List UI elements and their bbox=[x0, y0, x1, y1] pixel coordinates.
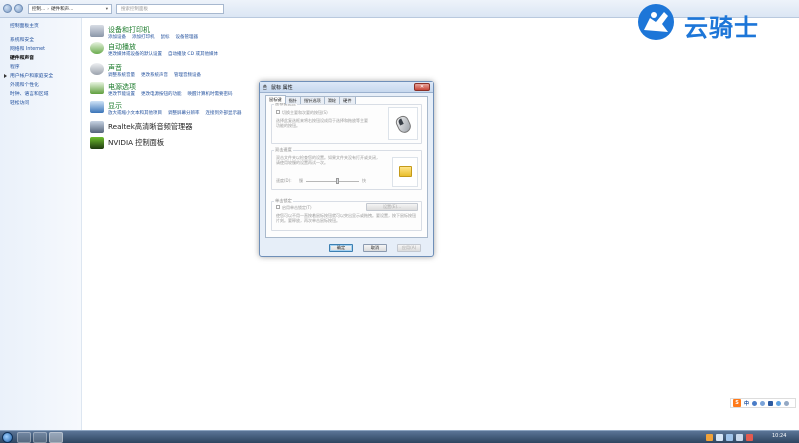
slow-label: 慢 bbox=[299, 178, 303, 183]
taskbar-explorer-icon[interactable] bbox=[33, 432, 47, 443]
clicklock-checkbox[interactable] bbox=[276, 205, 280, 209]
category-link[interactable]: 添加设备 bbox=[108, 34, 126, 40]
tray-network-icon[interactable] bbox=[726, 434, 733, 441]
description-text: 双击文件夹以检查您的设置。如果文件夹没有打开或关闭，请使用较慢的设置再试一次。 bbox=[276, 155, 380, 166]
ime-mode[interactable]: 中 bbox=[744, 400, 749, 407]
checkbox-label: 启用单击锁定(T) bbox=[282, 205, 312, 210]
tab-strip: 鼠标键 指针 指针选项 滑轮 硬件 bbox=[265, 95, 356, 104]
sidebar-item-clock-region[interactable]: 时钟、语言和区域 bbox=[10, 90, 48, 97]
sidebar-item-home[interactable]: 控制面板主页 bbox=[10, 22, 39, 29]
mouse-properties-dialog: 🖱 鼠标 属性 ✕ 鼠标键配置 切换主要和次要的按钮(S) 选择此复选框来将右按… bbox=[259, 81, 434, 257]
ok-button[interactable]: 确定 bbox=[329, 244, 353, 252]
breadcrumb-separator: › bbox=[47, 6, 50, 12]
ime-toolbar: S 中 bbox=[730, 398, 796, 408]
sidebar-item-network[interactable]: 网络和 Internet bbox=[10, 45, 45, 52]
fast-label: 快 bbox=[362, 178, 366, 183]
tray-security-icon[interactable] bbox=[746, 434, 753, 441]
taskbar: 10:24 bbox=[0, 430, 799, 443]
breadcrumb-item[interactable]: 硬件和声... bbox=[51, 6, 73, 12]
group-label: 单击锁定 bbox=[274, 198, 293, 204]
category-link[interactable]: 唤醒计算机时需要密码 bbox=[188, 91, 233, 97]
category-link[interactable]: 更改节能设置 bbox=[108, 91, 135, 97]
skin-icon[interactable] bbox=[784, 400, 790, 406]
speed-slider-track[interactable] bbox=[306, 181, 359, 182]
category-link[interactable]: 连接到外部显示器 bbox=[206, 110, 242, 116]
clock[interactable]: 10:24 bbox=[772, 433, 786, 439]
category-link[interactable]: 添加打印机 bbox=[132, 34, 155, 40]
mouse-preview bbox=[388, 107, 418, 140]
sidebar-item-programs[interactable]: 程序 bbox=[10, 63, 20, 70]
category-link[interactable]: 鼠标 bbox=[161, 34, 170, 40]
sidebar: 控制面板主页 系统和安全 网络和 Internet 硬件和声音 程序 用户帐户和… bbox=[0, 18, 82, 430]
close-button[interactable]: ✕ bbox=[414, 83, 430, 91]
category-link[interactable]: 自动播放 CD 或其他媒体 bbox=[168, 51, 218, 57]
category-link[interactable]: 放大或缩小文本和其他项目 bbox=[108, 110, 162, 116]
autoplay-icon bbox=[90, 42, 104, 54]
printer-icon bbox=[90, 25, 104, 37]
tab-buttons[interactable]: 鼠标键 bbox=[265, 95, 286, 103]
description-text: 选择此复选框来将右按钮设成用于选择和拖放等主要功能的按钮。 bbox=[276, 118, 368, 129]
nvidia-icon bbox=[90, 137, 104, 149]
category-link[interactable]: 调整屏幕分辨率 bbox=[168, 110, 200, 116]
category-link[interactable]: 调整系统音量 bbox=[108, 72, 135, 78]
category-title[interactable]: NVIDIA 控制面板 bbox=[108, 138, 164, 148]
sogou-icon[interactable]: S bbox=[733, 399, 741, 407]
power-icon bbox=[90, 82, 104, 94]
keyboard-icon[interactable] bbox=[776, 400, 782, 406]
category-link[interactable]: 更改媒体或设备的默认设置 bbox=[108, 51, 162, 57]
current-item-arrow-icon bbox=[4, 74, 7, 78]
dialog-titlebar[interactable]: 🖱 鼠标 属性 ✕ bbox=[260, 82, 433, 93]
tray-volume-icon[interactable] bbox=[736, 434, 743, 441]
tray-flag-icon[interactable] bbox=[716, 434, 723, 441]
test-folder[interactable] bbox=[392, 157, 418, 187]
knight-logo-icon bbox=[638, 4, 674, 40]
logo-text: 云骑士 bbox=[684, 14, 759, 42]
dialog-title: 鼠标 属性 bbox=[271, 85, 293, 91]
breadcrumb-item[interactable]: 控制... bbox=[32, 6, 45, 12]
swap-buttons-checkbox[interactable] bbox=[276, 110, 280, 114]
sidebar-item-hardware-sound: 硬件和声音 bbox=[10, 56, 34, 61]
microphone-icon[interactable] bbox=[768, 400, 774, 406]
address-field[interactable]: 控制... › 硬件和声... ▾ bbox=[28, 4, 112, 14]
punctuation-icon[interactable] bbox=[752, 400, 758, 406]
taskbar-control-panel-icon[interactable] bbox=[49, 432, 63, 443]
tab-hardware[interactable]: 硬件 bbox=[339, 96, 356, 104]
cancel-button[interactable]: 取消 bbox=[363, 244, 387, 252]
start-button[interactable] bbox=[2, 432, 13, 443]
tab-panel: 鼠标键配置 切换主要和次要的按钮(S) 选择此复选框来将右按钮设成用于选择和拖放… bbox=[265, 96, 428, 238]
watermark-logo: 云骑士 bbox=[634, 2, 798, 44]
category-link[interactable]: 更改电源按钮的功能 bbox=[141, 91, 182, 97]
description-text: 使您可以不用一直按着鼠标按钮就可以突出显示或拖拽。要设置，按下鼠标按钮片刻。要释… bbox=[276, 213, 416, 224]
taskbar-ie-icon[interactable] bbox=[17, 432, 31, 443]
sidebar-item-ease-of-access[interactable]: 轻松访问 bbox=[10, 99, 29, 106]
tab-pointers[interactable]: 指针 bbox=[284, 96, 301, 104]
sidebar-item-system-security[interactable]: 系统和安全 bbox=[10, 36, 34, 43]
chevron-down-icon[interactable]: ▾ bbox=[106, 7, 108, 12]
category-title[interactable]: Realtek高清晰音频管理器 bbox=[108, 122, 192, 132]
forward-button[interactable] bbox=[14, 4, 23, 13]
category-link[interactable]: 管理音频设备 bbox=[174, 72, 201, 78]
realtek-speaker-icon bbox=[90, 121, 104, 133]
category-link[interactable]: 设备管理器 bbox=[176, 34, 199, 40]
mouse-icon: 🖱 bbox=[263, 84, 267, 91]
mouse-image-icon bbox=[394, 114, 413, 135]
search-input[interactable]: 搜索控制面板 bbox=[116, 4, 224, 14]
back-button[interactable] bbox=[3, 4, 12, 13]
sidebar-item-appearance[interactable]: 外观和个性化 bbox=[10, 81, 39, 88]
folder-icon bbox=[399, 166, 412, 177]
emoji-icon[interactable] bbox=[760, 400, 766, 406]
checkbox-label: 切换主要和次要的按钮(S) bbox=[282, 110, 328, 115]
tray-sogou-icon[interactable] bbox=[706, 434, 713, 441]
clicklock-settings-button[interactable]: 设置(E)... bbox=[366, 203, 418, 211]
tab-pointer-options[interactable]: 指针选项 bbox=[299, 96, 325, 104]
group-label: 双击速度 bbox=[274, 147, 293, 153]
speed-slider-thumb[interactable] bbox=[336, 178, 340, 184]
monitor-icon bbox=[90, 101, 104, 113]
apply-button[interactable]: 应用(A) bbox=[397, 244, 421, 252]
speaker-icon bbox=[90, 63, 104, 75]
tab-wheel[interactable]: 滑轮 bbox=[323, 96, 341, 104]
category-link[interactable]: 更改系统声音 bbox=[141, 72, 168, 78]
sidebar-item-user-accounts[interactable]: 用户帐户和家庭安全 bbox=[10, 72, 53, 79]
speed-label: 速度(D): bbox=[276, 178, 292, 183]
